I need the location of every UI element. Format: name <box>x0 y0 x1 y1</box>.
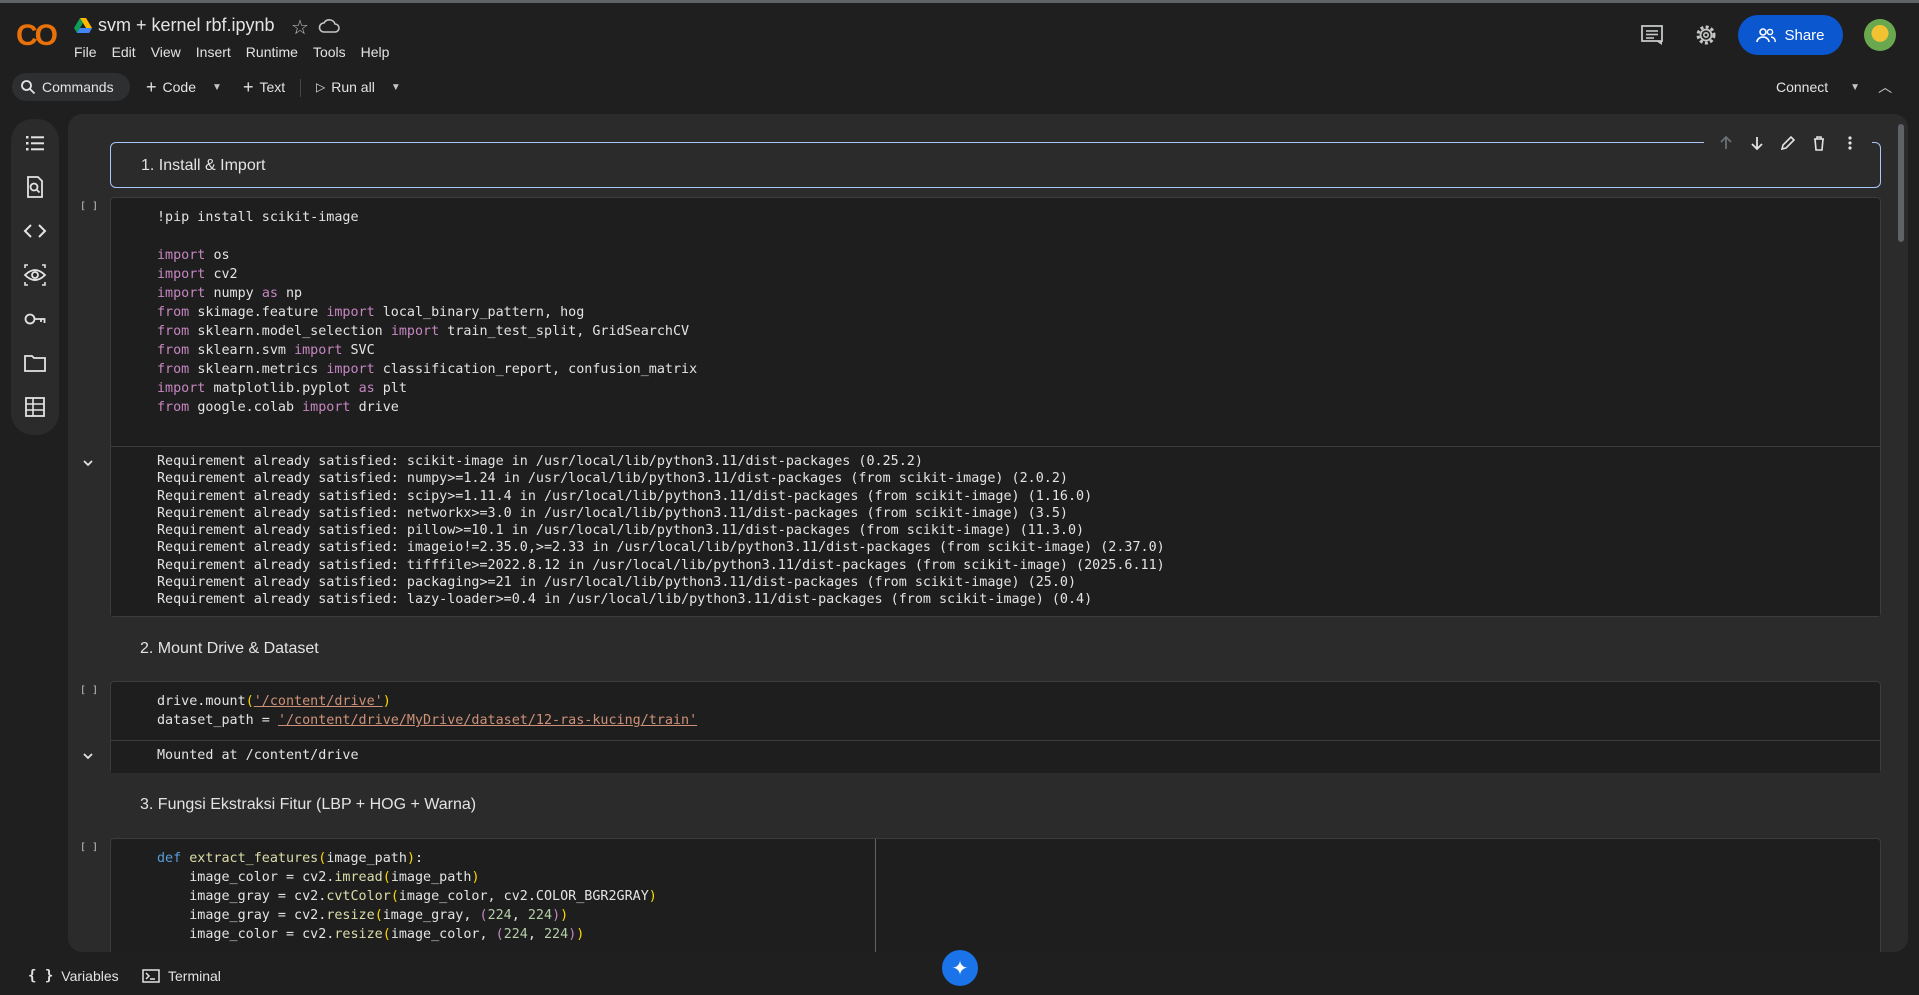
plus-icon: + <box>243 76 254 97</box>
output-line: Requirement already satisfied: lazy-load… <box>157 592 1093 608</box>
run-cell-button[interactable]: [ ] <box>80 201 98 212</box>
output-line: Requirement already satisfied: tifffile>… <box>157 557 1165 573</box>
code-editor[interactable]: !pip install scikit-image import os impo… <box>111 198 1880 446</box>
left-sidebar <box>11 119 59 435</box>
code-cell-mount[interactable]: drive.mount('/content/drive') dataset_pa… <box>110 681 1881 773</box>
run-cell-button[interactable]: [ ] <box>80 842 98 853</box>
terminal-icon <box>142 969 160 983</box>
chevron-down-icon[interactable] <box>81 749 95 763</box>
chevron-up-icon[interactable]: ︿ <box>1878 77 1892 97</box>
play-icon: ▷ <box>316 80 326 94</box>
cell-output: Requirement already satisfied: scikit-im… <box>111 446 1880 616</box>
data-table-icon[interactable] <box>23 395 47 419</box>
code-editor[interactable]: def extract_features(image_path): image_… <box>111 839 1880 944</box>
add-text-label: Text <box>259 79 286 95</box>
notebook-area[interactable]: 1. Install & Import [ ] !pip install sci… <box>68 114 1908 952</box>
commands-button[interactable]: Commands <box>12 73 130 101</box>
google-drive-icon[interactable] <box>74 18 92 34</box>
gear-icon[interactable] <box>1693 22 1719 48</box>
cell-output: Mounted at /content/drive <box>111 740 1880 773</box>
arrow-up-icon[interactable] <box>1717 134 1735 152</box>
chevron-down-icon[interactable]: ▼ <box>391 82 401 93</box>
editor-ruler <box>875 839 876 952</box>
variables-label: Variables <box>61 968 119 984</box>
terminal-label: Terminal <box>168 968 221 984</box>
chevron-down-icon[interactable]: ▼ <box>212 82 222 93</box>
connect-label: Connect <box>1776 79 1829 95</box>
plus-icon: + <box>146 76 157 97</box>
code-snippets-icon[interactable] <box>23 219 47 243</box>
output-line: Requirement already satisfied: packaging… <box>157 575 1077 591</box>
share-button[interactable]: Share <box>1738 15 1843 55</box>
comment-icon[interactable] <box>1640 24 1664 46</box>
text-cell-install-import[interactable]: 1. Install & Import <box>110 142 1881 188</box>
arrow-down-icon[interactable] <box>1748 134 1766 152</box>
notebook-toolbar: Commands + Code ▼ + Text ▷ Run all ▼ Con… <box>0 67 1919 107</box>
terminal-button[interactable]: Terminal <box>142 968 221 984</box>
gemini-sparkle-button[interactable]: ✦ <box>942 950 978 986</box>
code-cell-extract-features[interactable]: def extract_features(image_path): image_… <box>110 838 1881 952</box>
commands-label: Commands <box>42 79 114 95</box>
star-icon[interactable]: ☆ <box>291 15 309 40</box>
code-editor[interactable]: drive.mount('/content/drive') dataset_pa… <box>111 682 1880 740</box>
output-line: Requirement already satisfied: imageio!=… <box>157 540 1165 556</box>
search-icon <box>21 80 36 95</box>
output-line: Requirement already satisfied: pillow>=1… <box>157 523 1085 539</box>
chevron-down-icon[interactable]: ▼ <box>1850 82 1860 93</box>
share-label: Share <box>1784 26 1825 44</box>
output-line: Requirement already satisfied: networkx>… <box>157 505 1068 521</box>
menu-file[interactable]: File <box>74 44 104 60</box>
secrets-eye-icon[interactable] <box>23 263 47 287</box>
section-heading: 2. Mount Drive & Dataset <box>140 640 319 657</box>
find-replace-icon[interactable] <box>23 175 47 199</box>
run-all-button[interactable]: ▷ Run all ▼ <box>308 73 409 101</box>
sparkle-icon: ✦ <box>951 957 969 980</box>
cloud-saved-icon[interactable] <box>318 17 340 35</box>
text-cell-mount-drive[interactable]: 2. Mount Drive & Dataset <box>110 626 1881 672</box>
notebook-title[interactable]: svm + kernel rbf.ipynb <box>98 15 275 36</box>
scrollbar-thumb[interactable] <box>1898 124 1904 242</box>
connect-button[interactable]: Connect ▼ ︿ <box>1768 73 1900 101</box>
run-all-label: Run all <box>331 79 375 95</box>
more-options-icon[interactable] <box>1841 134 1859 152</box>
menu-view[interactable]: View <box>151 44 188 60</box>
output-line: Requirement already satisfied: numpy>=1.… <box>157 471 1068 487</box>
cell-toolbar <box>1704 128 1872 158</box>
menu-bar: File Edit View Insert Runtime Tools Help <box>74 44 404 60</box>
menu-runtime[interactable]: Runtime <box>246 44 305 60</box>
colab-logo[interactable]: CO <box>16 19 58 53</box>
code-cell-install[interactable]: !pip install scikit-image import os impo… <box>110 197 1881 617</box>
add-code-label: Code <box>162 79 196 95</box>
edit-pencil-icon[interactable] <box>1779 134 1797 152</box>
output-line: Requirement already satisfied: scikit-im… <box>157 454 923 469</box>
output-line: Mounted at /content/drive <box>157 748 359 763</box>
key-icon[interactable] <box>23 307 47 331</box>
menu-tools[interactable]: Tools <box>313 44 353 60</box>
menu-edit[interactable]: Edit <box>112 44 143 60</box>
variables-button[interactable]: { } Variables <box>28 968 119 984</box>
section-heading: 1. Install & Import <box>141 157 266 174</box>
chevron-down-icon[interactable] <box>81 456 95 470</box>
run-cell-button[interactable]: [ ] <box>80 685 98 696</box>
avatar[interactable] <box>1864 19 1896 51</box>
add-text-button[interactable]: + Text <box>235 73 293 101</box>
text-cell-feature-extraction[interactable]: 3. Fungsi Ekstraksi Fitur (LBP + HOG + W… <box>110 782 1881 828</box>
section-heading: 3. Fungsi Ekstraksi Fitur (LBP + HOG + W… <box>140 796 477 813</box>
add-code-button[interactable]: + Code ▼ <box>138 73 230 101</box>
braces-icon: { } <box>28 968 54 984</box>
delete-icon[interactable] <box>1810 134 1828 152</box>
toolbar-divider <box>300 79 301 97</box>
menu-help[interactable]: Help <box>361 44 397 60</box>
table-of-contents-icon[interactable] <box>23 131 47 155</box>
header: CO svm + kernel rbf.ipynb ☆ File Edit Vi… <box>0 3 1919 67</box>
menu-insert[interactable]: Insert <box>196 44 238 60</box>
folder-icon[interactable] <box>23 351 47 375</box>
people-icon <box>1756 28 1777 43</box>
output-line: Requirement already satisfied: scipy>=1.… <box>157 488 1093 504</box>
